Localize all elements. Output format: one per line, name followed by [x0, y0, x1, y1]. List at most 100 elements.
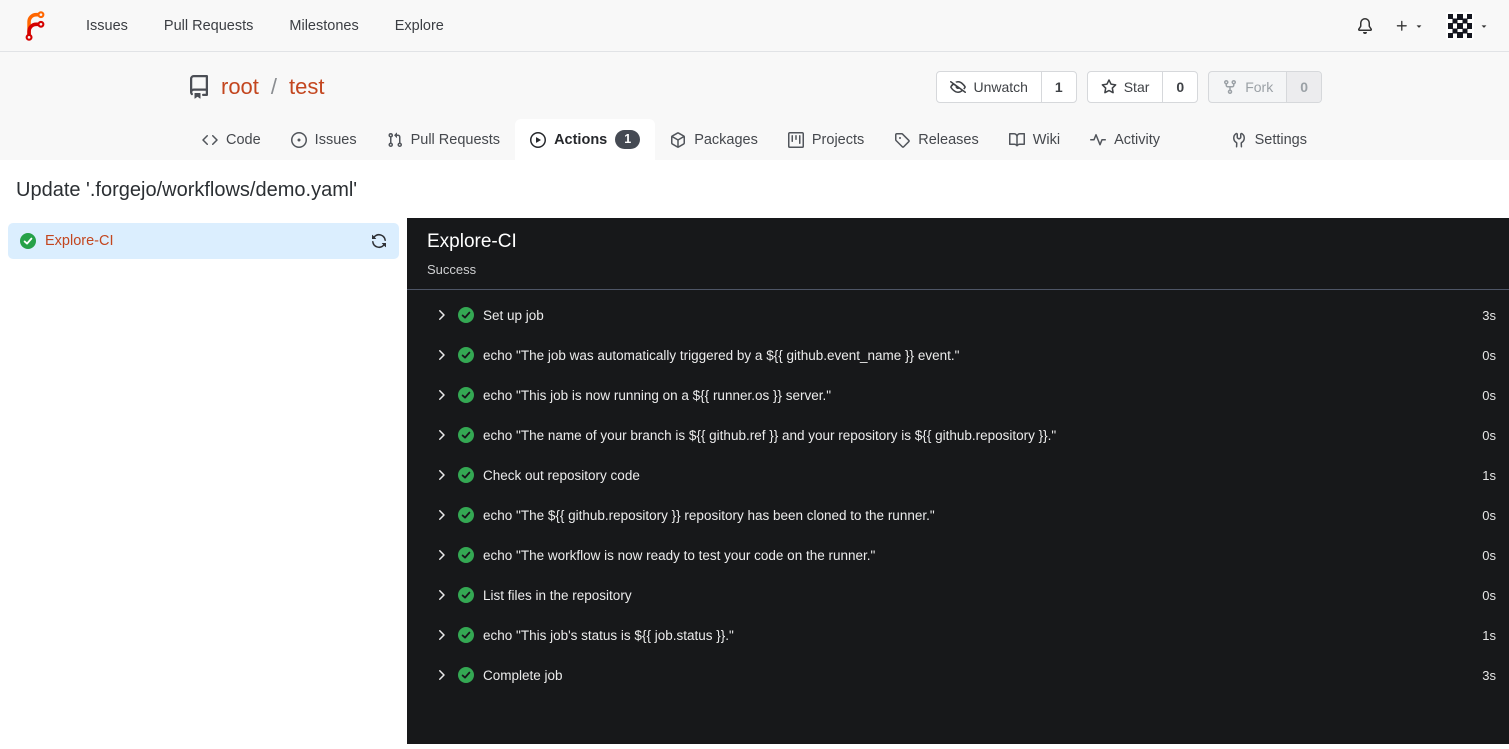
job-item-explore-ci[interactable]: Explore-CI [8, 223, 399, 259]
unwatch-button[interactable]: Unwatch 1 [936, 71, 1077, 103]
step-name: echo "The workflow is now ready to test … [483, 547, 876, 563]
book-open-icon [1008, 132, 1025, 146]
navbar-links: Issues Pull Requests Milestones Explore [72, 10, 458, 42]
job-label: Explore-CI [45, 233, 114, 249]
tab-releases-label: Releases [918, 131, 979, 148]
code-icon [202, 134, 218, 145]
notifications-bell-icon[interactable] [1357, 17, 1373, 34]
step-row-complete-job[interactable]: Complete job 3s [407, 655, 1509, 695]
pulse-icon [1090, 133, 1107, 145]
tab-wiki[interactable]: Wiki [994, 119, 1075, 160]
tab-projects-label: Projects [811, 131, 865, 148]
tabs-spacer [1175, 119, 1216, 160]
repo-title: root / test [187, 74, 325, 100]
create-new-button[interactable] [1395, 19, 1424, 33]
tab-wiki-label: Wiki [1032, 131, 1061, 148]
tab-code[interactable]: Code [187, 119, 276, 160]
job-log-title: Explore-CI [427, 231, 517, 252]
step-row-echo-status[interactable]: echo "This job's status is ${{ job.statu… [407, 615, 1509, 655]
check-circle-icon [20, 233, 36, 249]
plus-icon [1396, 20, 1407, 31]
step-duration: 1s [1482, 627, 1496, 643]
navbar-item-milestones[interactable]: Milestones [275, 10, 372, 42]
step-duration: 3s [1482, 307, 1496, 323]
step-success-icon [458, 307, 474, 323]
user-menu-button[interactable] [1446, 11, 1489, 40]
repo-name-link[interactable]: test [289, 74, 324, 100]
tab-code-label: Code [226, 131, 261, 148]
chevron-right-icon [439, 590, 445, 600]
star-count[interactable]: 0 [1162, 72, 1197, 102]
repo-action-buttons: Unwatch 1 Star 0 Fork 0 [936, 71, 1322, 103]
navbar-right [1357, 11, 1489, 40]
chevron-right-icon [439, 550, 445, 560]
step-success-icon [458, 387, 474, 403]
tab-packages[interactable]: Packages [655, 119, 773, 160]
step-success-icon [458, 467, 474, 483]
step-duration: 0s [1482, 547, 1496, 563]
navbar-item-explore[interactable]: Explore [381, 10, 458, 42]
fork-label: Fork [1245, 79, 1274, 95]
chevron-right-icon [439, 430, 445, 440]
step-name: echo "The job was automatically triggere… [483, 347, 960, 363]
job-steps-list: Set up job 3s echo "The job was automati… [407, 290, 1509, 695]
step-success-icon [458, 507, 474, 523]
step-row-echo-branch-repo[interactable]: echo "The name of your branch is ${{ git… [407, 415, 1509, 455]
step-name: Check out repository code [483, 467, 640, 483]
job-log-header: Explore-CI Success [407, 218, 1509, 290]
star-button[interactable]: Star 0 [1086, 71, 1199, 103]
tab-settings[interactable]: Settings [1216, 119, 1322, 160]
repo-owner-link[interactable]: root [221, 74, 259, 100]
chevron-right-icon [439, 350, 445, 360]
tab-releases[interactable]: Releases [879, 119, 993, 160]
project-board-icon [787, 131, 804, 148]
workflow-run-layout: Explore-CI Explore-CI Success Set up job… [0, 218, 1509, 744]
tab-actions[interactable]: Actions 1 [515, 119, 656, 160]
job-log-panel: Explore-CI Success Set up job 3s echo "T… [407, 218, 1509, 744]
navbar-item-issues[interactable]: Issues [72, 10, 142, 42]
chevron-right-icon [439, 510, 445, 520]
step-row-echo-runner-os[interactable]: echo "This job is now running on a ${{ r… [407, 375, 1509, 415]
chevron-right-icon [439, 670, 445, 680]
tab-activity-label: Activity [1114, 131, 1161, 148]
forgejo-logo-icon[interactable] [20, 9, 50, 43]
step-row-echo-ready[interactable]: echo "The workflow is now ready to test … [407, 535, 1509, 575]
step-name: List files in the repository [483, 587, 632, 603]
step-duration: 0s [1482, 347, 1496, 363]
top-navbar: Issues Pull Requests Milestones Explore [0, 0, 1509, 52]
step-duration: 0s [1482, 387, 1496, 403]
step-row-set-up-job[interactable]: Set up job 3s [407, 295, 1509, 335]
tab-activity[interactable]: Activity [1075, 119, 1175, 160]
navbar-item-pull-requests[interactable]: Pull Requests [150, 10, 267, 42]
tab-issues-label: Issues [314, 131, 357, 148]
step-row-checkout[interactable]: Check out repository code 1s [407, 455, 1509, 495]
step-success-icon [458, 547, 474, 563]
step-success-icon [458, 347, 474, 363]
avatar [1446, 11, 1474, 40]
tab-packages-label: Packages [694, 131, 758, 148]
page-title: Update '.forgejo/workflows/demo.yaml' [16, 179, 358, 201]
fork-count: 0 [1286, 72, 1321, 102]
tab-pull-requests[interactable]: Pull Requests [372, 119, 515, 160]
fork-icon [1224, 80, 1237, 95]
tag-icon [895, 132, 911, 148]
step-row-echo-cloned[interactable]: echo "The ${{ github.repository }} repos… [407, 495, 1509, 535]
step-name: Set up job [483, 307, 544, 323]
step-row-list-files[interactable]: List files in the repository 0s [407, 575, 1509, 615]
repo-header: root / test Unwatch 1 Star 0 Fork 0 Code… [0, 52, 1509, 160]
package-icon [671, 131, 686, 148]
star-label: Star [1123, 79, 1150, 95]
step-duration: 3s [1482, 667, 1496, 683]
tab-issues[interactable]: Issues [276, 119, 372, 160]
step-name: echo "This job is now running on a ${{ r… [483, 387, 832, 403]
step-duration: 0s [1482, 427, 1496, 443]
watch-count[interactable]: 1 [1040, 72, 1076, 102]
chevron-right-icon [439, 630, 445, 640]
step-success-icon [458, 627, 474, 643]
rerun-job-icon[interactable] [371, 233, 387, 249]
tab-projects[interactable]: Projects [773, 119, 879, 160]
play-circle-icon [530, 131, 547, 148]
tab-pull-requests-label: Pull Requests [410, 131, 501, 148]
step-row-echo-event[interactable]: echo "The job was automatically triggere… [407, 335, 1509, 375]
step-duration: 0s [1482, 507, 1496, 523]
